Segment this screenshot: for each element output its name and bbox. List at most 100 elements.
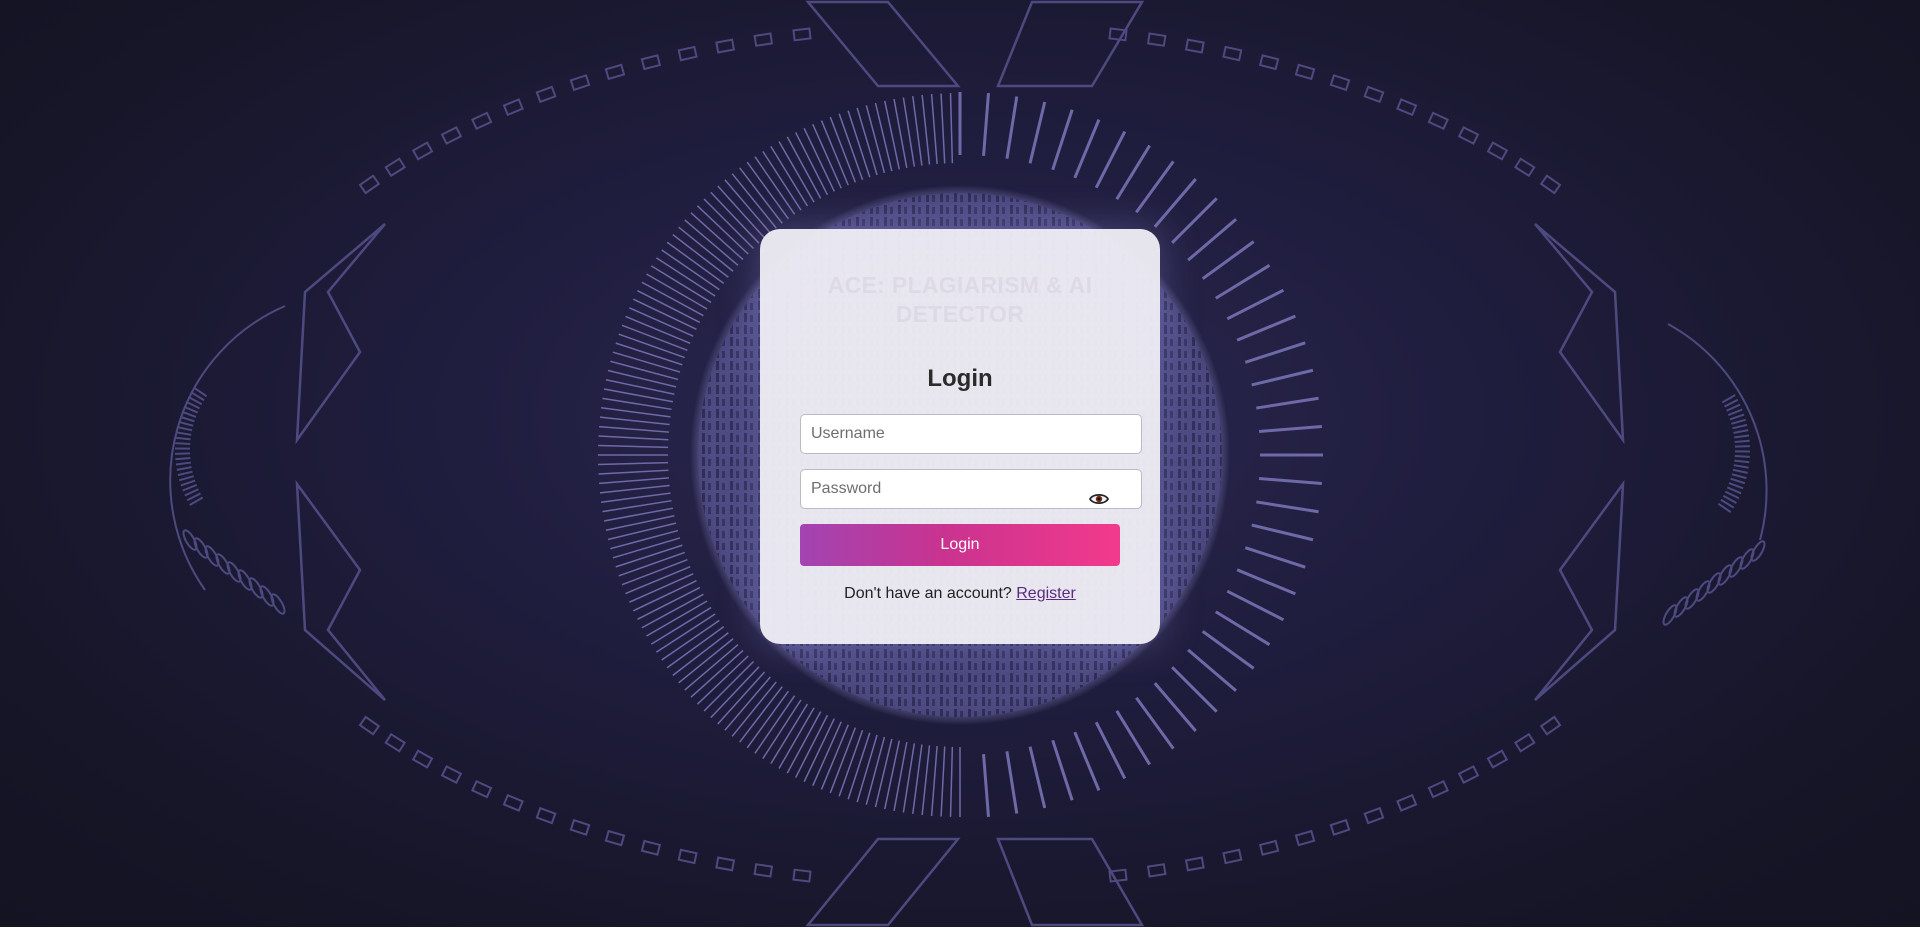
register-prompt: Don't have an account? Register — [760, 585, 1160, 603]
arc-tick — [175, 461, 191, 466]
arc-tick — [175, 436, 191, 441]
ring-tick — [615, 342, 683, 366]
ring-tick — [1236, 568, 1296, 596]
outline-dash — [1396, 793, 1418, 812]
ring-tick — [746, 690, 789, 749]
ring-tick — [794, 132, 829, 196]
register-link[interactable]: Register — [1016, 585, 1076, 602]
ring-tick — [710, 666, 760, 719]
ring-tick — [1187, 218, 1238, 262]
outline-dash — [1329, 74, 1351, 92]
ring-tick — [1244, 341, 1306, 364]
outline-dash — [1427, 111, 1449, 131]
outline-dash — [1513, 157, 1536, 178]
ring-tick — [1171, 197, 1218, 244]
ring-tick — [678, 226, 734, 272]
ring-tick — [598, 469, 669, 475]
outline-dash — [1513, 732, 1536, 753]
ring-tick — [865, 105, 886, 174]
login-page: ACE: PLAGIARISM & AI DETECTOR Login Logi… — [0, 0, 1920, 927]
arc-tick — [1730, 477, 1746, 485]
outline-dash — [1258, 839, 1280, 856]
arc-tick — [1726, 486, 1742, 495]
login-heading: Login — [927, 365, 993, 392]
arc-tick — [177, 426, 193, 432]
ring-tick — [746, 161, 789, 220]
ring-tick — [1256, 396, 1319, 410]
arc-tick — [181, 410, 197, 418]
ring-tick — [600, 492, 671, 503]
ring-tick — [1258, 477, 1322, 485]
ring-tick — [724, 179, 771, 234]
eye-icon[interactable] — [1089, 492, 1109, 506]
ring-tick — [1028, 101, 1047, 164]
arc-tick — [182, 484, 198, 492]
arc-tick — [1734, 434, 1750, 439]
outline-dash — [502, 793, 524, 812]
ring-tick — [678, 638, 734, 684]
outline-dash — [753, 32, 774, 47]
bracket — [1534, 223, 1625, 445]
ring-tick — [1073, 119, 1101, 179]
outline-dash — [569, 74, 591, 92]
arc-tick — [175, 456, 191, 461]
ring-tick — [912, 744, 923, 815]
outline-dash — [1146, 863, 1167, 878]
ring-tick — [754, 695, 796, 754]
ring-tick — [940, 93, 946, 164]
arc-tick — [1734, 459, 1750, 464]
ring-tick — [1094, 130, 1127, 189]
outline-dash — [1222, 45, 1243, 62]
ring-tick — [794, 714, 829, 778]
ring-tick — [731, 173, 777, 229]
arc-tick — [183, 405, 199, 414]
eyelid-marker — [996, 0, 1145, 88]
arc-tick — [175, 452, 191, 455]
ring-tick — [599, 416, 670, 426]
username-input[interactable] — [800, 414, 1142, 454]
bead — [1750, 540, 1766, 562]
ring-tick — [1251, 368, 1314, 387]
outline-dash — [1222, 848, 1243, 865]
ring-tick — [690, 212, 744, 261]
arc-tick — [1733, 464, 1749, 469]
arc-tick — [1729, 413, 1745, 421]
ring-tick — [1251, 523, 1314, 542]
register-prompt-text: Don't have an account? — [844, 585, 1012, 602]
ring-tick — [1226, 589, 1285, 622]
arc-tick — [175, 442, 191, 446]
outline-dash — [384, 157, 407, 178]
arc-tick — [1731, 418, 1747, 425]
outline-dash — [1329, 818, 1351, 836]
outline-dash — [1486, 141, 1509, 161]
arc-tick — [179, 415, 195, 423]
ring-tick — [1073, 731, 1101, 791]
ring-tick — [696, 205, 749, 255]
outline-dash — [1146, 32, 1167, 47]
outline-dash — [411, 141, 434, 161]
ring-tick — [754, 156, 796, 215]
ring-tick — [874, 738, 893, 808]
ring-tick — [1005, 96, 1019, 159]
bracket — [295, 223, 386, 445]
ring-tick — [1201, 240, 1255, 280]
ring-tick — [598, 461, 669, 466]
outline-dash — [1294, 63, 1316, 81]
ring-tick — [1005, 751, 1019, 814]
outline-dash — [358, 715, 381, 736]
left-eye-corner-decoration — [169, 223, 386, 701]
ring-tick — [1135, 160, 1175, 214]
outline-dash — [358, 174, 381, 195]
ring-tick — [1256, 500, 1319, 514]
outline-dash — [411, 749, 434, 769]
outline-dash — [440, 126, 463, 145]
ring-tick — [786, 136, 822, 199]
app-title: ACE: PLAGIARISM & AI DETECTOR — [827, 272, 1093, 327]
eyelid-marker — [996, 837, 1145, 927]
ring-tick — [661, 249, 720, 291]
ring-tick — [930, 94, 938, 164]
ring-tick — [739, 167, 783, 224]
login-button[interactable]: Login — [800, 524, 1120, 566]
ring-tick — [921, 94, 931, 165]
ring-tick — [666, 626, 725, 669]
